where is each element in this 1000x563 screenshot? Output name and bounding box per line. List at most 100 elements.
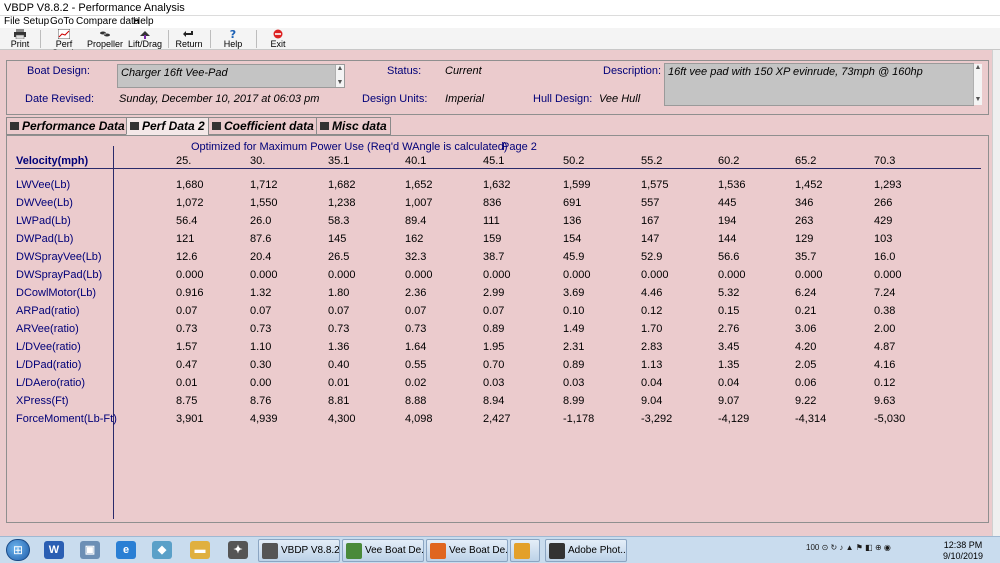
table-cell: 145 [328, 233, 347, 245]
table-cell: 0.000 [250, 269, 278, 281]
exit-button[interactable]: Exit [265, 28, 291, 50]
table-cell: 3,901 [176, 413, 204, 425]
table-cell: 0.04 [641, 377, 663, 389]
perf-graph-button[interactable]: Perf Graph [44, 28, 84, 58]
tab-coefficient-data[interactable]: Coefficient data [208, 117, 318, 135]
menu-file[interactable]: File [4, 16, 20, 28]
table-cell: 2.05 [795, 359, 817, 371]
main-content: Boat Design: Charger 16ft Vee-Pad ▲ ▼ Sta… [0, 50, 1000, 536]
task-button[interactable]: Adobe Phot... [545, 539, 627, 562]
row-label: XPress(Ft) [16, 395, 69, 407]
perf-data-panel: Optimized for Maximum Power Use (Req'd W… [6, 135, 989, 523]
table-cell: 2,427 [483, 413, 511, 425]
internet-explorer-icon[interactable]: e [116, 541, 136, 559]
tab-misc-data[interactable]: Misc data [316, 117, 391, 135]
table-cell: 1,599 [563, 179, 591, 191]
boat-design-field[interactable]: Charger 16ft Vee-Pad [117, 64, 345, 88]
table-cell: 144 [718, 233, 737, 245]
menu-goto[interactable]: GoTo [50, 16, 74, 28]
table-cell: 2.83 [641, 341, 663, 353]
table-cell: 56.6 [718, 251, 740, 263]
table-cell: 8.94 [483, 395, 505, 407]
tools-icon[interactable]: ✦ [228, 541, 248, 559]
table-cell: 121 [176, 233, 195, 245]
vee-boat-icon [346, 543, 362, 559]
table-cell: 154 [563, 233, 582, 245]
table-cell: 1.13 [641, 359, 663, 371]
table-cell: 0.12 [874, 377, 896, 389]
lift-drag-label: Lift/Drag [127, 39, 162, 49]
help-button[interactable]: ? Help [220, 28, 246, 50]
table-cell: 6.24 [795, 287, 817, 299]
table-cell: 0.03 [563, 377, 585, 389]
word-icon[interactable]: W [44, 541, 64, 559]
table-cell: 136 [563, 215, 582, 227]
design-units-value: Imperial [445, 93, 485, 105]
window-title: VBDP V8.8.2 - Performance Analysis [4, 2, 185, 14]
table-cell: 12.6 [176, 251, 198, 263]
table-cell: 32.3 [405, 251, 427, 263]
table-cell: 4.16 [874, 359, 896, 371]
table-cell: 1,652 [405, 179, 433, 191]
status-value: Current [445, 65, 482, 77]
table-cell: 129 [795, 233, 814, 245]
window-scrollbar[interactable] [992, 50, 1000, 536]
adobe-photoshop-icon [549, 543, 565, 559]
toolbar-separator [210, 30, 211, 48]
exit-icon [273, 29, 283, 39]
task-label: Adobe Phot... [568, 545, 626, 556]
row-label: DWSprayPad(Lb) [16, 269, 103, 281]
table-cell: 20.4 [250, 251, 272, 263]
taskbar-clock[interactable]: 12:38 PM 9/10/2019 [938, 540, 988, 562]
folder-icon[interactable]: ▬ [190, 541, 210, 559]
menu-help[interactable]: Help [133, 16, 154, 28]
table-cell: 1.10 [250, 341, 272, 353]
table-cell: 691 [563, 197, 582, 209]
propeller-button[interactable]: Propeller [87, 28, 123, 50]
start-button[interactable]: ⊞ [6, 539, 30, 561]
glyph: e [122, 544, 130, 556]
table-cell: 56.4 [176, 215, 198, 227]
task-button[interactable]: Vee Boat De... [426, 539, 508, 562]
task-button[interactable]: Vee Boat De... [342, 539, 424, 562]
menu-compare-data[interactable]: Compare data [76, 16, 139, 28]
table-cell: 429 [874, 215, 893, 227]
glyph: ▣ [84, 544, 96, 556]
table-cell: 103 [874, 233, 893, 245]
table-cell: 1.49 [563, 323, 585, 335]
svg-text:?: ? [230, 29, 236, 39]
table-cell: 0.89 [563, 359, 585, 371]
table-cell: 0.000 [483, 269, 511, 281]
task-button[interactable]: VBDP V8.8.2 ... [258, 539, 340, 562]
table-cell: 1,293 [874, 179, 902, 191]
description-field[interactable]: 16ft vee pad with 150 XP evinrude, 73mph… [664, 63, 974, 106]
table-cell: 0.02 [405, 377, 427, 389]
app-cube-icon[interactable]: ◆ [152, 541, 172, 559]
table-cell: 1,007 [405, 197, 433, 209]
table-cell: 2.00 [874, 323, 896, 335]
task-button[interactable] [510, 539, 540, 562]
propeller-label: Propeller [87, 39, 124, 49]
image-viewer-icon[interactable]: ▣ [80, 541, 100, 559]
tab-performance-data[interactable]: Performance Data [6, 117, 129, 135]
table-cell: 0.73 [176, 323, 198, 335]
clock-date: 9/10/2019 [942, 551, 984, 561]
velocity-value: 50.2 [563, 155, 585, 167]
table-cell: 111 [483, 215, 500, 227]
system-tray[interactable]: 100 ⊙ ↻ ♪ ▲ ⚑ ◧ ⊕ ◉ [806, 543, 891, 552]
table-cell: 8.88 [405, 395, 427, 407]
print-button[interactable]: Print [6, 28, 34, 50]
table-cell: 1,682 [328, 179, 356, 191]
table-cell: 26.5 [328, 251, 350, 263]
table-cell: 0.07 [328, 305, 350, 317]
tab-perf-data-2[interactable]: Perf Data 2 [126, 117, 209, 135]
menu-setup[interactable]: Setup [23, 16, 49, 28]
table-cell: 194 [718, 215, 737, 227]
return-button[interactable]: Return [175, 28, 203, 50]
table-cell: 26.0 [250, 215, 272, 227]
table-cell: 836 [483, 197, 502, 209]
lift-drag-button[interactable]: Lift/Drag [127, 28, 163, 50]
boat-design-scrollbar[interactable]: ▲ ▼ [335, 65, 344, 87]
description-scrollbar[interactable]: ▲ ▼ [973, 64, 982, 105]
printer-icon [14, 29, 26, 39]
